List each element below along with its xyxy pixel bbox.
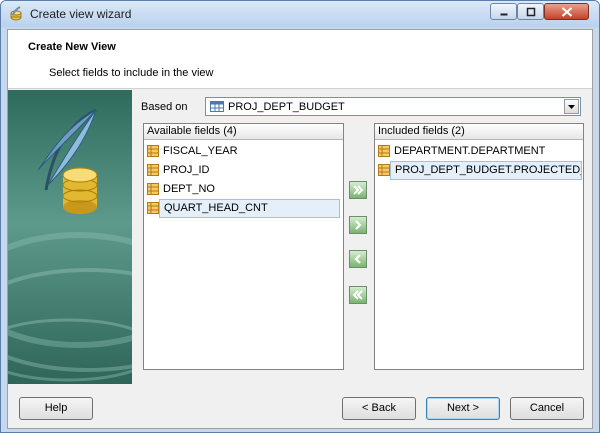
double-chevron-left-icon xyxy=(352,290,363,300)
list-item-selected[interactable]: QUART_HEAD_CNT xyxy=(144,199,343,218)
list-item-label: DEPARTMENT.DEPARTMENT xyxy=(394,145,546,157)
list-item-label: FISCAL_YEAR xyxy=(163,145,238,157)
wizard-body: Create New View Select fields to include… xyxy=(7,29,593,429)
app-feather-icon xyxy=(10,6,22,21)
cancel-button[interactable]: Cancel xyxy=(510,397,584,420)
list-item-label: DEPT_NO xyxy=(163,183,215,195)
help-button[interactable]: Help xyxy=(19,397,93,420)
based-on-label: Based on xyxy=(141,101,188,113)
side-banner xyxy=(8,90,132,384)
field-icon xyxy=(147,183,159,195)
page-title: Create New View xyxy=(28,41,116,53)
list-item-label: QUART_HEAD_CNT xyxy=(159,199,340,218)
field-icon xyxy=(147,145,159,157)
exclude-button[interactable] xyxy=(349,250,367,268)
table-icon xyxy=(210,101,224,112)
list-item[interactable]: FISCAL_YEAR xyxy=(144,142,343,161)
chevron-right-icon xyxy=(355,220,362,230)
database-feather-icon xyxy=(8,108,132,382)
available-fields-list[interactable]: Available fields (4) FISCAL_YEAR PROJ_ID… xyxy=(143,123,344,370)
based-on-value: PROJ_DEPT_BUDGET xyxy=(228,101,345,113)
list-item[interactable]: DEPARTMENT.DEPARTMENT xyxy=(375,142,583,161)
back-button[interactable]: < Back xyxy=(342,397,416,420)
maximize-icon xyxy=(526,7,535,16)
field-icon xyxy=(147,202,159,214)
field-icon xyxy=(378,145,390,157)
wizard-window: Create view wizard Create New View Selec… xyxy=(0,0,600,433)
exclude-all-button[interactable] xyxy=(349,286,367,304)
include-button[interactable] xyxy=(349,216,367,234)
list-item-label: PROJ_DEPT_BUDGET.PROJECTED_BUD xyxy=(390,161,582,180)
include-all-button[interactable] xyxy=(349,181,367,199)
list-item-label: PROJ_ID xyxy=(163,164,210,176)
dropdown-button[interactable] xyxy=(564,99,579,114)
minimize-icon xyxy=(500,13,507,15)
window-title: Create view wizard xyxy=(30,7,132,21)
close-icon xyxy=(561,6,572,17)
maximize-button[interactable] xyxy=(517,3,544,20)
chevron-left-icon xyxy=(354,254,361,264)
included-fields-list[interactable]: Included fields (2) DEPARTMENT.DEPARTMEN… xyxy=(374,123,584,370)
list-item[interactable]: PROJ_ID xyxy=(144,161,343,180)
field-icon xyxy=(378,164,390,176)
next-button[interactable]: Next > xyxy=(426,397,500,420)
list-item-selected[interactable]: PROJ_DEPT_BUDGET.PROJECTED_BUD xyxy=(375,161,583,180)
included-fields-header: Included fields (2) xyxy=(375,124,583,140)
double-chevron-right-icon xyxy=(353,185,364,195)
list-item[interactable]: DEPT_NO xyxy=(144,180,343,199)
field-icon xyxy=(147,164,159,176)
wizard-header: Create New View Select fields to include… xyxy=(8,30,592,89)
close-window-button[interactable] xyxy=(544,3,589,20)
chevron-down-icon xyxy=(568,105,575,109)
title-bar[interactable]: Create view wizard xyxy=(1,1,599,27)
minimize-button[interactable] xyxy=(490,3,517,20)
available-fields-header: Available fields (4) xyxy=(144,124,343,140)
page-subtitle: Select fields to include in the view xyxy=(49,67,214,79)
based-on-select[interactable]: PROJ_DEPT_BUDGET xyxy=(205,97,581,116)
